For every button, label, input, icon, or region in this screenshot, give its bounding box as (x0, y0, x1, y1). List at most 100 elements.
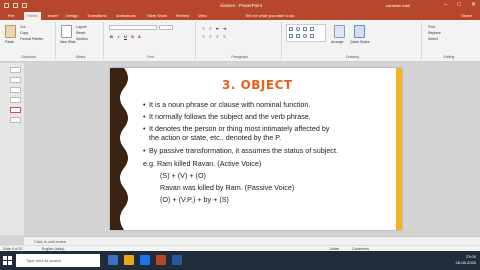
font-label: Font (146, 55, 154, 59)
new-slide-icon[interactable] (61, 25, 72, 38)
file-explorer-icon[interactable] (124, 255, 134, 265)
ribbon-tabs: File Home Insert Design Transitions Anim… (0, 11, 480, 20)
example-formula[interactable]: (S) + (V) + (O) (160, 172, 206, 180)
gold-right-border (396, 68, 402, 230)
tab-animations[interactable]: Animations (116, 13, 136, 18)
drawing-group: Arrange Quick Styles Drawing (284, 22, 422, 60)
slide-canvas[interactable]: 3. OBJECT It is a noun phrase or clause … (110, 68, 402, 230)
replace-button[interactable]: Replace (428, 31, 441, 35)
italic-icon[interactable]: I (116, 34, 121, 39)
format-painter-button[interactable]: Format Painter (20, 37, 43, 41)
tab-file[interactable]: File (8, 13, 14, 18)
reset-button[interactable]: Reset (76, 31, 85, 35)
strikethrough-icon[interactable]: S (130, 34, 135, 39)
font-size-select[interactable] (159, 25, 173, 30)
font-group: B I U S A Font (106, 22, 196, 60)
find-button[interactable]: Find (428, 25, 435, 29)
quick-styles-icon[interactable] (354, 25, 365, 38)
clipboard-group: Paste Cut Copy Format Painter Clipboard (2, 22, 56, 60)
window-controls: – □ ✕ (444, 2, 476, 8)
system-tray[interactable]: 23:00 28-08-2020 (456, 254, 476, 266)
tab-review[interactable]: Review (176, 13, 189, 18)
taskbar-search-placeholder: Type here to search (26, 258, 62, 263)
tab-slide-show[interactable]: Slide Show (147, 13, 167, 18)
tab-view[interactable]: View (198, 13, 207, 18)
paragraph-label: Paragraph (231, 55, 248, 59)
clock-date: 28-08-2020 (455, 260, 476, 265)
quick-access-toolbar (4, 3, 27, 8)
save-icon[interactable] (4, 3, 9, 8)
task-view-icon[interactable] (108, 255, 118, 265)
slide-thumbnail[interactable] (10, 97, 21, 103)
clipboard-label: Clipboard (21, 55, 36, 59)
layout-button[interactable]: Layout (76, 25, 87, 29)
editing-label: Editing (443, 55, 455, 59)
cut-button[interactable]: Cut (20, 25, 25, 29)
tab-insert[interactable]: Insert (48, 13, 58, 18)
slide-thumbnail-pane (0, 63, 24, 235)
maximize-button[interactable]: □ (457, 2, 461, 8)
paste-icon[interactable] (5, 25, 16, 38)
bullets-icon[interactable]: ≡ (201, 26, 206, 31)
increase-indent-icon[interactable]: ⇥ (222, 26, 227, 31)
tab-transitions[interactable]: Transitions (87, 13, 106, 18)
word-icon[interactable] (172, 255, 182, 265)
arrange-label: Arrange (331, 40, 344, 44)
font-color-icon[interactable]: A (137, 34, 142, 39)
example-passive-formula[interactable]: (O) + (V.P.) + by + (S) (160, 196, 229, 204)
window-title: classes - PowerPoint (220, 3, 263, 8)
share-button[interactable]: Share (461, 13, 472, 18)
user-name[interactable]: namelan kath (386, 3, 410, 8)
minimize-button[interactable]: – (444, 2, 447, 8)
title-bar: classes - PowerPoint namelan kath – □ ✕ (0, 0, 480, 11)
paste-label: Paste (5, 40, 14, 44)
list-row: ≡ ≡ ⇤ ⇥ (201, 26, 227, 31)
powerpoint-icon[interactable] (156, 255, 166, 265)
windows-taskbar: Type here to search 23:00 28-08-2020 (0, 251, 480, 270)
bold-icon[interactable]: B (109, 34, 114, 39)
tab-design[interactable]: Design (66, 13, 78, 18)
numbering-icon[interactable]: ≡ (208, 26, 213, 31)
section-button[interactable]: Section (76, 37, 88, 41)
copy-button[interactable]: Copy (20, 31, 28, 35)
example-line[interactable]: e.g. Ram killed Ravan. (Active Voice) (143, 160, 261, 168)
align-right-icon[interactable]: ≡ (215, 34, 220, 39)
chrome-icon[interactable] (140, 255, 150, 265)
slides-group: New Slide Layout Reset Section Slides (58, 22, 104, 60)
example-passive[interactable]: Ravan was killed by Ram. (Passive Voice) (160, 184, 294, 192)
slide-thumbnail[interactable] (10, 77, 21, 83)
notes-placeholder: Click to add notes (34, 239, 66, 244)
bullet-line[interactable]: It is a noun phrase or clause with nomin… (143, 101, 310, 110)
undo-icon[interactable] (13, 3, 18, 8)
taskbar-search[interactable]: Type here to search (16, 254, 100, 267)
tab-home[interactable]: Home (24, 12, 41, 20)
bullet-continuation[interactable]: the action or state, etc., denoted by th… (149, 134, 281, 142)
bullet-line[interactable]: By passive transformation, it assumes th… (143, 147, 338, 156)
close-button[interactable]: ✕ (471, 2, 476, 8)
justify-icon[interactable]: ≡ (222, 34, 227, 39)
decrease-indent-icon[interactable]: ⇤ (215, 26, 220, 31)
font-name-select[interactable] (109, 25, 157, 30)
new-slide-label: New Slide (60, 40, 76, 44)
bullet-line[interactable]: It denotes the person or thing most inti… (143, 125, 329, 134)
tell-me-box[interactable]: Tell me what you want to do (245, 13, 294, 18)
align-left-icon[interactable]: ≡ (201, 34, 206, 39)
redo-icon[interactable] (22, 3, 27, 8)
select-button[interactable]: Select (428, 37, 438, 41)
underline-icon[interactable]: U (123, 34, 128, 39)
drawing-label: Drawing (346, 55, 359, 59)
slide-thumbnail-selected[interactable] (10, 107, 21, 113)
shapes-gallery[interactable] (286, 24, 326, 42)
slide-thumbnail[interactable] (10, 67, 21, 73)
bullet-line[interactable]: It normally follows the subject and the … (143, 113, 311, 122)
slide-thumbnail[interactable] (10, 117, 21, 123)
slide-title[interactable]: 3. OBJECT (222, 78, 293, 92)
slide-thumbnail[interactable] (10, 87, 21, 93)
wavy-left-border (110, 68, 128, 230)
notes-pane[interactable]: Click to add notes (24, 236, 480, 245)
windows-start-icon[interactable] (3, 256, 12, 265)
arrange-icon[interactable] (334, 25, 345, 38)
font-format-row: B I U S A (109, 34, 142, 39)
align-row: ≡ ≡ ≡ ≡ (201, 34, 227, 39)
align-center-icon[interactable]: ≡ (208, 34, 213, 39)
